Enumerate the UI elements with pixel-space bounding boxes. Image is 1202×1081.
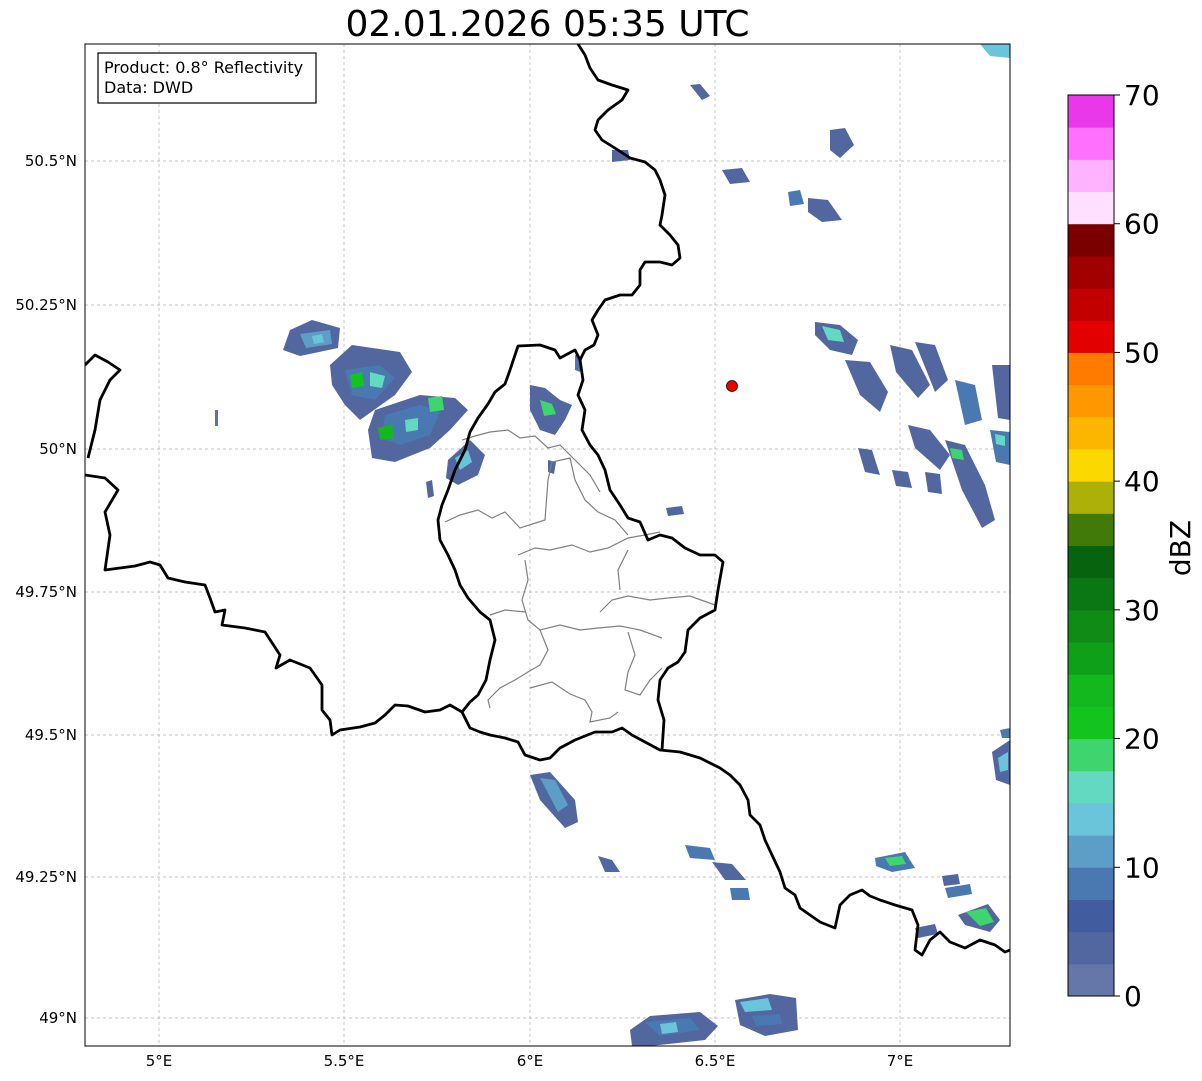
info-box: Product: 0.8° Reflectivity Data: DWD <box>97 52 317 104</box>
colorbar-band <box>1068 706 1114 740</box>
lat-tick-label: 49.75°N <box>15 583 77 601</box>
colorbar-band <box>1068 609 1114 643</box>
colorbar-band <box>1068 127 1114 160</box>
colorbar-band <box>1068 384 1114 418</box>
lat-tick-labels: 49°N 49.25°N 49.5°N 49.75°N 50°N 50.25°N… <box>15 152 77 1027</box>
colorbar-band <box>1068 802 1114 836</box>
lat-tick-label: 50.5°N <box>25 152 77 170</box>
radar-echoes <box>215 44 1010 1046</box>
colorbar-bands <box>1068 95 1114 997</box>
colorbar-band <box>1068 448 1114 482</box>
colorbar-band <box>1068 931 1114 965</box>
colorbar-tick-label: 60 <box>1124 208 1160 241</box>
colorbar-band <box>1068 352 1114 386</box>
colorbar-band <box>1068 738 1114 772</box>
colorbar-band <box>1068 770 1114 804</box>
lat-tick-label: 49.25°N <box>15 868 77 886</box>
colorbar-band <box>1068 899 1114 933</box>
colorbar-tick-label: 30 <box>1124 594 1160 627</box>
lon-tick-label: 6.5°E <box>695 1052 736 1070</box>
colorbar-band <box>1068 416 1114 450</box>
colorbar-band <box>1068 223 1114 257</box>
lon-tick-label: 5°E <box>146 1052 173 1070</box>
lon-tick-labels: 5°E 5.5°E 6°E 6.5°E 7°E <box>146 1052 914 1070</box>
colorbar-band <box>1068 320 1114 353</box>
lon-tick-label: 5.5°E <box>324 1052 365 1070</box>
colorbar-band <box>1068 481 1114 514</box>
colorbar-band <box>1068 513 1114 546</box>
colorbar-band <box>1068 545 1114 579</box>
colorbar-band <box>1068 674 1114 707</box>
lon-tick-label: 6°E <box>517 1052 544 1070</box>
radar-map: Product: 0.8° Reflectivity Data: DWD 5°E… <box>15 43 1197 1070</box>
country-borders <box>85 44 1010 957</box>
colorbar-band <box>1068 642 1114 675</box>
lat-tick-label: 49°N <box>39 1009 77 1027</box>
info-data-source: Data: DWD <box>104 78 193 97</box>
colorbar-tick-label: 40 <box>1124 465 1160 498</box>
lat-tick-label: 50°N <box>39 440 77 458</box>
lat-tick-label: 50.25°N <box>15 296 77 314</box>
colorbar-band <box>1068 835 1114 868</box>
colorbar-ticks: 0 10 20 30 40 50 60 70 <box>1114 79 1160 1013</box>
info-product: Product: 0.8° Reflectivity <box>104 58 303 77</box>
colorbar-tick-label: 0 <box>1124 980 1142 1013</box>
colorbar-tick-label: 10 <box>1124 851 1160 884</box>
colorbar-band <box>1068 867 1114 900</box>
lon-tick-label: 7°E <box>887 1052 914 1070</box>
radar-site-marker <box>726 380 738 392</box>
colorbar-tick-label: 50 <box>1124 336 1160 369</box>
colorbar-band <box>1068 255 1114 289</box>
colorbar-band <box>1068 577 1114 611</box>
colorbar-band <box>1068 963 1114 997</box>
lat-tick-label: 49.5°N <box>25 726 77 744</box>
colorbar-label: dBZ <box>1164 520 1197 576</box>
colorbar: 0 10 20 30 40 50 60 70 dBZ <box>1067 79 1197 1013</box>
colorbar-band <box>1068 288 1114 321</box>
colorbar-band <box>1068 191 1114 225</box>
colorbar-tick-label: 20 <box>1124 723 1160 756</box>
colorbar-band <box>1068 95 1114 128</box>
colorbar-band <box>1068 159 1114 193</box>
colorbar-tick-label: 70 <box>1124 79 1160 112</box>
